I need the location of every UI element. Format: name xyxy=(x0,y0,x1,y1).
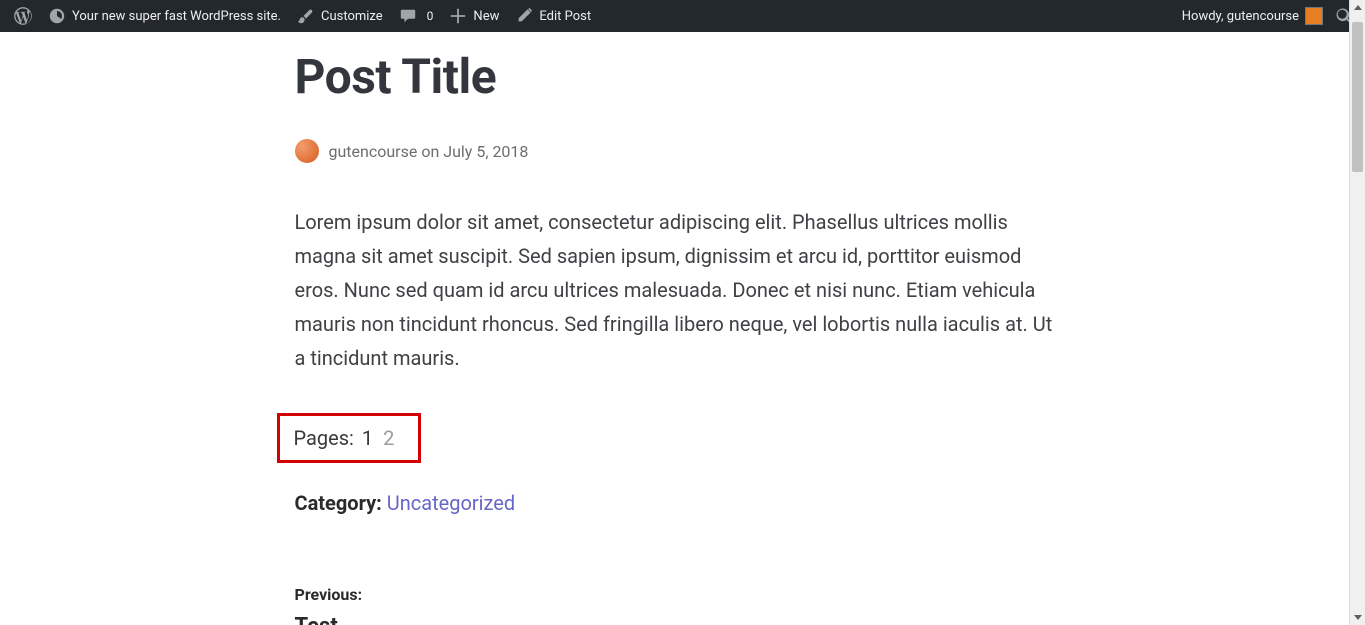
comments-link[interactable]: 0 xyxy=(391,0,442,32)
wp-logo[interactable] xyxy=(6,0,40,32)
post-content: Post Title gutencourse on July 5, 2018 L… xyxy=(295,32,1055,625)
page-viewport: Post Title gutencourse on July 5, 2018 L… xyxy=(0,32,1349,625)
scroll-down-button[interactable] xyxy=(1350,609,1365,625)
post-title: Post Title xyxy=(295,48,1055,105)
paintbrush-icon xyxy=(297,7,315,25)
prev-post-link[interactable]: Test xyxy=(295,614,1055,625)
post-navigation: Previous: Test xyxy=(295,585,1055,625)
user-avatar-icon xyxy=(1305,7,1323,25)
page-links-highlight: Pages: 1 2 xyxy=(277,413,422,463)
scroll-thumb[interactable] xyxy=(1352,22,1363,172)
category-link[interactable]: Uncategorized xyxy=(387,491,515,515)
post-byline: gutencourse on July 5, 2018 xyxy=(295,139,1055,163)
account-link[interactable]: Howdy, gutencourse xyxy=(1174,0,1331,32)
site-title: Your new super fast WordPress site. xyxy=(72,9,281,24)
prev-label: Previous: xyxy=(295,585,1055,604)
vertical-scrollbar[interactable] xyxy=(1349,0,1365,625)
wordpress-icon xyxy=(14,7,32,25)
customize-link[interactable]: Customize xyxy=(289,0,391,32)
comments-count: 0 xyxy=(427,9,434,23)
author-avatar-icon xyxy=(295,139,319,163)
page-current: 1 xyxy=(362,426,373,450)
author-link[interactable]: gutencourse xyxy=(329,142,418,161)
scroll-up-button[interactable] xyxy=(1350,0,1365,16)
admin-bar: Your new super fast WordPress site. Cust… xyxy=(0,0,1365,32)
pages-label: Pages: xyxy=(294,426,354,450)
customize-label: Customize xyxy=(321,9,383,24)
plus-icon xyxy=(449,7,467,25)
new-link[interactable]: New xyxy=(441,0,507,32)
comment-icon xyxy=(399,7,417,25)
byline-on: on xyxy=(421,142,439,161)
edit-post-link[interactable]: Edit Post xyxy=(507,0,599,32)
pencil-icon xyxy=(515,7,533,25)
scroll-track[interactable] xyxy=(1350,16,1365,609)
dashboard-icon xyxy=(48,7,66,25)
site-name-link[interactable]: Your new super fast WordPress site. xyxy=(40,0,289,32)
page-link-2[interactable]: 2 xyxy=(383,426,394,450)
post-body: Lorem ipsum dolor sit amet, consectetur … xyxy=(295,205,1055,375)
new-label: New xyxy=(473,9,499,24)
category-label: Category: xyxy=(295,491,382,515)
category-line: Category: Uncategorized xyxy=(295,491,1055,515)
edit-post-label: Edit Post xyxy=(539,9,591,24)
post-date: July 5, 2018 xyxy=(443,142,528,161)
greeting: Howdy, gutencourse xyxy=(1182,9,1299,24)
